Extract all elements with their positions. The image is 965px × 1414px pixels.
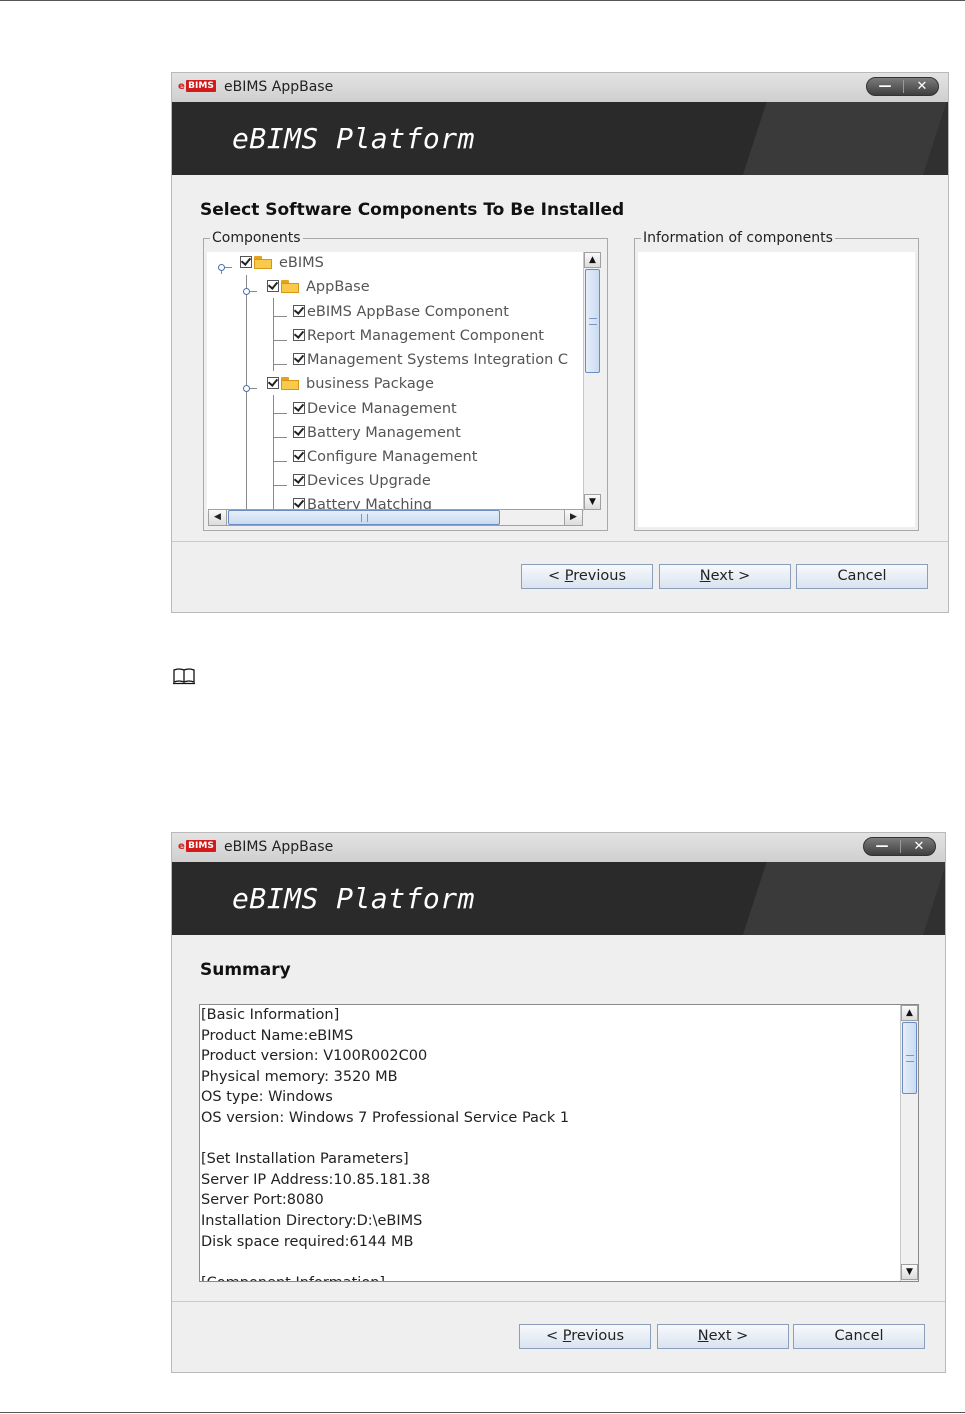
app-logo-icon: e BIMS — [178, 840, 218, 855]
scroll-right-icon[interactable]: ▶ — [564, 510, 582, 525]
banner-title: eBIMS Platform — [232, 122, 476, 155]
installer-window-summary: e BIMS eBIMS AppBase — ✕ eBIMS Platform S… — [171, 832, 946, 1373]
summary-line: Server Port:8080 — [201, 1192, 324, 1209]
previous-button[interactable]: < Previous — [519, 1324, 651, 1349]
app-logo-icon: e BIMS — [178, 80, 218, 95]
checkbox-icon[interactable] — [293, 474, 305, 486]
summary-line: Disk space required:6144 MB — [201, 1233, 414, 1250]
tree-item-battery-management[interactable]: Battery Management — [293, 425, 461, 447]
tree-expander-icon[interactable] — [243, 288, 250, 295]
summary-line: [Basic Information] — [201, 1007, 340, 1023]
checkbox-icon[interactable] — [293, 402, 305, 414]
tree-vertical-scrollbar[interactable]: ▲ ▼ — [583, 252, 601, 511]
scroll-thumb[interactable] — [902, 1022, 917, 1094]
page-title: Select Software Components To Be Install… — [200, 200, 625, 220]
divider — [172, 541, 948, 542]
page-title: Summary — [200, 960, 291, 980]
tree-expander-icon[interactable] — [243, 385, 250, 392]
checkbox-icon[interactable] — [293, 305, 305, 317]
component-info-panel — [638, 252, 915, 527]
summary-line: Product Name:eBIMS — [201, 1027, 354, 1044]
banner-title: eBIMS Platform — [232, 882, 476, 915]
window-controls: — ✕ — [866, 77, 939, 96]
checkbox-icon[interactable] — [267, 377, 279, 389]
page-top-rule — [0, 0, 965, 1]
checkbox-icon[interactable] — [293, 353, 305, 365]
cancel-button[interactable]: Cancel — [793, 1324, 925, 1349]
summary-line: Installation Directory:D:\eBIMS — [201, 1213, 423, 1229]
tree-item-device-management[interactable]: Device Management — [293, 401, 457, 423]
scroll-up-icon[interactable]: ▲ — [584, 252, 601, 268]
components-group: Components eBIMS AppBase eBIMS AppBase C… — [203, 230, 608, 531]
window-title: eBIMS AppBase — [224, 839, 334, 855]
scroll-thumb[interactable] — [585, 269, 600, 373]
checkbox-icon[interactable] — [293, 329, 305, 341]
summary-vertical-scrollbar[interactable]: ▲ ▼ — [900, 1005, 918, 1281]
checkbox-icon[interactable] — [240, 256, 252, 268]
components-label: Components — [210, 230, 303, 246]
close-icon[interactable]: ✕ — [904, 78, 940, 95]
scroll-up-icon[interactable]: ▲ — [901, 1005, 918, 1021]
tree-expander-icon[interactable] — [218, 264, 225, 271]
summary-line: OS version: Windows 7 Professional Servi… — [201, 1110, 570, 1126]
divider — [172, 1301, 945, 1302]
checkbox-icon[interactable] — [267, 280, 279, 292]
page-bottom-rule — [0, 1412, 965, 1413]
next-button[interactable]: Next > — [657, 1324, 789, 1349]
scroll-down-icon[interactable]: ▼ — [584, 494, 601, 510]
tree-item-business-package[interactable]: business Package — [267, 376, 434, 398]
minimize-icon[interactable]: — — [864, 838, 900, 855]
tree-item-appbase[interactable]: AppBase — [267, 279, 370, 301]
cancel-button[interactable]: Cancel — [796, 564, 928, 589]
folder-icon — [254, 256, 273, 269]
close-icon[interactable]: ✕ — [901, 838, 937, 855]
folder-icon — [281, 377, 300, 390]
window-controls: — ✕ — [863, 837, 936, 856]
banner: eBIMS Platform — [172, 102, 948, 175]
next-button[interactable]: Next > — [659, 564, 791, 589]
scroll-down-icon[interactable]: ▼ — [901, 1264, 918, 1280]
tree-item-management-systems-integration[interactable]: Management Systems Integration C — [293, 352, 568, 374]
title-bar[interactable]: e BIMS eBIMS AppBase — ✕ — [172, 73, 948, 103]
checkbox-icon[interactable] — [293, 426, 305, 438]
component-info-group: Information of components — [634, 230, 919, 531]
tree-horizontal-scrollbar[interactable]: ◀ ▶ — [208, 509, 583, 526]
checkbox-icon[interactable] — [293, 450, 305, 462]
scroll-thumb[interactable] — [228, 510, 500, 525]
scroll-left-icon[interactable]: ◀ — [209, 510, 227, 525]
title-bar[interactable]: e BIMS eBIMS AppBase — ✕ — [172, 833, 945, 863]
tree-item-report-management[interactable]: Report Management Component — [293, 328, 544, 350]
component-info-label: Information of components — [641, 230, 835, 246]
components-tree[interactable]: eBIMS AppBase eBIMS AppBase Component Re… — [207, 252, 583, 511]
tree-item-devices-upgrade[interactable]: Devices Upgrade — [293, 473, 431, 495]
summary-text-area[interactable]: [Basic Information] Product Name:eBIMS Pro… — [199, 1004, 919, 1282]
window-title: eBIMS AppBase — [224, 79, 334, 95]
minimize-icon[interactable]: — — [867, 78, 903, 95]
tree-item-ebims[interactable]: eBIMS — [240, 255, 324, 277]
summary-line: [Component Information] — [201, 1275, 385, 1281]
summary-line: [Set Installation Parameters] — [201, 1151, 409, 1168]
folder-icon — [281, 280, 300, 293]
summary-line: OS type: Windows — [201, 1089, 333, 1106]
summary-line: Server IP Address:10.85.181.38 — [201, 1171, 431, 1188]
tree-item-appbase-component[interactable]: eBIMS AppBase Component — [293, 304, 509, 326]
installer-window-components: e BIMS eBIMS AppBase — ✕ eBIMS Platform S… — [171, 72, 949, 613]
banner: eBIMS Platform — [172, 862, 945, 935]
summary-line: Physical memory: 3520 MB — [201, 1068, 398, 1085]
tree-item-configure-management[interactable]: Configure Management — [293, 449, 477, 471]
book-icon — [173, 668, 195, 685]
previous-button[interactable]: < Previous — [521, 564, 653, 589]
summary-line: Product version: V100R002C00 — [201, 1048, 428, 1065]
